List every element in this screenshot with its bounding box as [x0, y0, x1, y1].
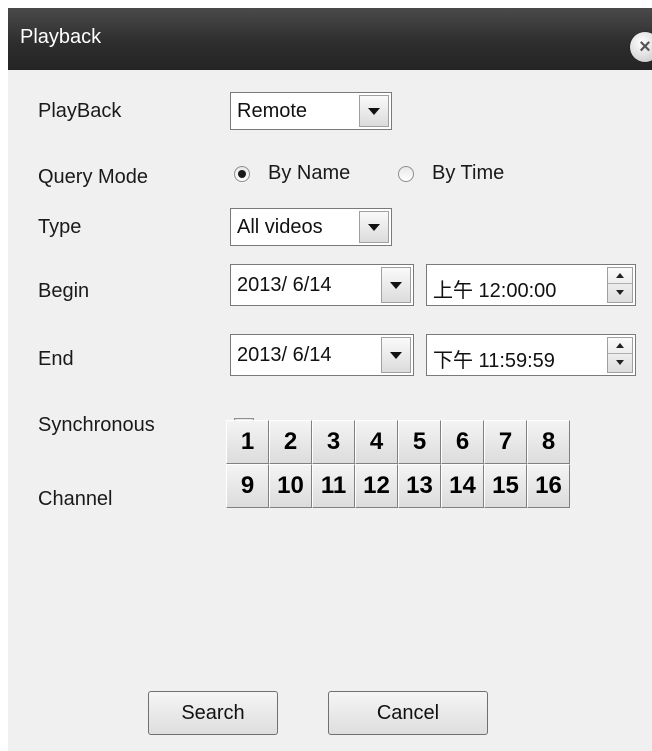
channel-button-12[interactable]: 12 — [355, 464, 398, 508]
query-mode-label: Query Mode — [38, 166, 149, 188]
channel-button-5[interactable]: 5 — [398, 420, 441, 464]
type-select[interactable]: All videos — [230, 208, 392, 246]
channel-button-13[interactable]: 13 — [398, 464, 441, 508]
type-label: Type — [38, 216, 82, 238]
radio-by-time[interactable] — [398, 166, 414, 182]
radio-by-name[interactable] — [234, 166, 250, 182]
end-label: End — [38, 348, 74, 370]
channel-button-3[interactable]: 3 — [312, 420, 355, 464]
channel-button-9[interactable]: 9 — [226, 464, 269, 508]
title-bar[interactable]: Playback × — [8, 8, 652, 70]
end-time-spinner[interactable] — [607, 337, 633, 373]
channel-button-15[interactable]: 15 — [484, 464, 527, 508]
search-button[interactable]: Search — [148, 691, 278, 735]
playback-label: PlayBack — [38, 100, 122, 122]
begin-time-spinner[interactable] — [607, 267, 633, 303]
window-title: Playback — [20, 26, 102, 48]
begin-time-value: 上午 12:00:00 — [433, 280, 557, 302]
playback-value: Remote — [237, 100, 308, 122]
radio-by-name-label[interactable]: By Name — [268, 162, 350, 185]
calendar-dropdown-icon[interactable] — [381, 337, 411, 373]
channel-button-16[interactable]: 16 — [527, 464, 570, 508]
spin-down-icon[interactable] — [608, 355, 632, 371]
radio-selected-dot — [238, 170, 246, 178]
channel-button-4[interactable]: 4 — [355, 420, 398, 464]
chevron-down-icon[interactable] — [359, 95, 389, 127]
form-panel: PlayBack Remote Query Mode By Name By Ti… — [8, 70, 652, 751]
end-time-field[interactable]: 下午 11:59:59 — [426, 334, 636, 376]
calendar-dropdown-icon[interactable] — [381, 267, 411, 303]
channel-button-11[interactable]: 11 — [312, 464, 355, 508]
radio-by-time-label[interactable]: By Time — [432, 162, 504, 185]
synchronous-label: Synchronous — [38, 414, 155, 436]
end-time-value: 下午 11:59:59 — [433, 350, 555, 372]
end-date-value: 2013/ 6/14 — [237, 344, 332, 366]
channel-button-6[interactable]: 6 — [441, 420, 484, 464]
channel-button-2[interactable]: 2 — [269, 420, 312, 464]
cancel-button[interactable]: Cancel — [328, 691, 488, 735]
channel-button-14[interactable]: 14 — [441, 464, 484, 508]
end-date-picker[interactable]: 2013/ 6/14 — [230, 334, 414, 376]
spin-up-icon[interactable] — [608, 338, 632, 354]
close-icon[interactable]: × — [630, 32, 652, 62]
begin-label: Begin — [38, 280, 90, 302]
channel-button-1[interactable]: 1 — [226, 420, 269, 464]
channel-button-7[interactable]: 7 — [484, 420, 527, 464]
chevron-down-icon[interactable] — [359, 211, 389, 243]
begin-time-field[interactable]: 上午 12:00:00 — [426, 264, 636, 306]
channel-button-8[interactable]: 8 — [527, 420, 570, 464]
spin-up-icon[interactable] — [608, 268, 632, 284]
spin-down-icon[interactable] — [608, 285, 632, 301]
channel-grid: 1 2 3 4 5 6 7 8 9 10 11 12 13 14 15 16 — [226, 420, 570, 508]
begin-date-picker[interactable]: 2013/ 6/14 — [230, 264, 414, 306]
playback-select[interactable]: Remote — [230, 92, 392, 130]
begin-date-value: 2013/ 6/14 — [237, 274, 332, 296]
channel-label: Channel — [38, 488, 113, 510]
playback-dialog: Playback × PlayBack Remote Query Mode By… — [8, 8, 652, 751]
type-value: All videos — [237, 216, 323, 238]
channel-button-10[interactable]: 10 — [269, 464, 312, 508]
